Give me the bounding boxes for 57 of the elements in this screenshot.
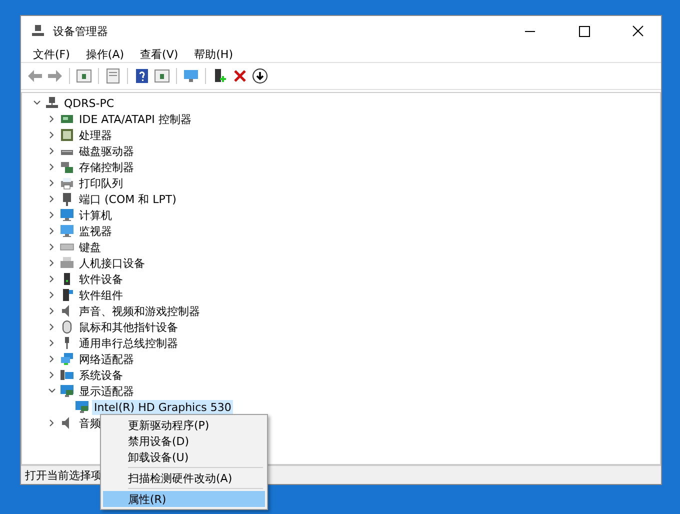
tree-item[interactable]: 处理器 [77, 128, 114, 142]
tree-item[interactable]: 人机接口设备 [77, 256, 147, 270]
chip-icon [60, 128, 74, 142]
panel-icon[interactable] [76, 68, 92, 84]
menu-item[interactable]: 更新驱动程序(P) [103, 417, 265, 433]
device-icon [60, 288, 74, 302]
tree-item[interactable]: 系统设备 [77, 368, 125, 382]
display-card-icon [60, 384, 74, 398]
mouse-icon [60, 320, 74, 334]
menu-item[interactable]: 文件(F) [25, 46, 78, 62]
network-icon [60, 352, 74, 366]
help-icon[interactable] [134, 68, 150, 84]
input-device-icon [60, 256, 74, 270]
menu-item[interactable]: 禁用设备(D) [103, 433, 265, 449]
add-device-icon[interactable] [212, 68, 228, 84]
tree-item[interactable]: 监视器 [77, 224, 114, 238]
download-icon[interactable] [252, 68, 268, 84]
tree-item[interactable]: 通用串行总线控制器 [77, 336, 180, 350]
monitor-icon [60, 224, 74, 238]
menu-item[interactable]: 扫描检测硬件改动(A) [103, 470, 265, 486]
monitor-icon[interactable] [183, 68, 199, 84]
computer-icon [45, 96, 59, 110]
storage-icon [60, 160, 74, 174]
tree-item[interactable]: 端口 (COM 和 LPT) [77, 192, 178, 206]
tree-item[interactable]: 软件设备 [77, 272, 125, 286]
menu-item[interactable]: 属性(R) [103, 491, 265, 507]
tree-item[interactable]: 显示适配器 [77, 384, 136, 398]
system-device-icon [60, 368, 74, 382]
forward-arrow-icon[interactable] [47, 68, 63, 84]
menu-item[interactable]: 卸载设备(U) [103, 449, 265, 465]
tree-item[interactable]: 键盘 [77, 240, 103, 254]
tree-item[interactable]: QDRS-PC [62, 96, 116, 110]
tree-item[interactable]: 软件组件 [77, 288, 125, 302]
display-card-icon [75, 400, 89, 414]
monitor-icon [60, 208, 74, 222]
menu-item[interactable]: 操作(A) [78, 46, 132, 62]
tree-item[interactable]: 鼠标和其他指针设备 [77, 320, 180, 334]
printer-icon [60, 176, 74, 190]
tree-item[interactable]: 存储控制器 [77, 160, 136, 174]
tree-item[interactable]: Intel(R) HD Graphics 530 [92, 400, 234, 414]
tree-item[interactable]: 计算机 [77, 208, 114, 222]
properties-icon[interactable] [105, 68, 121, 84]
back-arrow-icon[interactable] [27, 68, 43, 84]
tree-item[interactable]: 网络适配器 [77, 352, 136, 366]
app-icon [31, 24, 45, 38]
menu-item[interactable]: 帮助(H) [186, 46, 241, 62]
panel-icon[interactable] [154, 68, 170, 84]
window-title: 设备管理器 [53, 24, 109, 38]
tree-item[interactable]: 打印队列 [77, 176, 125, 190]
plug-icon [60, 192, 74, 206]
tree-item[interactable]: 磁盘驱动器 [77, 144, 136, 158]
delete-icon[interactable] [232, 68, 248, 84]
tree-item[interactable]: IDE ATA/ATAPI 控制器 [77, 112, 194, 126]
menu-item[interactable]: 查看(V) [132, 46, 186, 62]
tree-item[interactable]: 音频 [77, 416, 103, 430]
tree-item[interactable]: 声音、视频和游戏控制器 [77, 304, 202, 318]
controller-card-icon [60, 112, 74, 126]
